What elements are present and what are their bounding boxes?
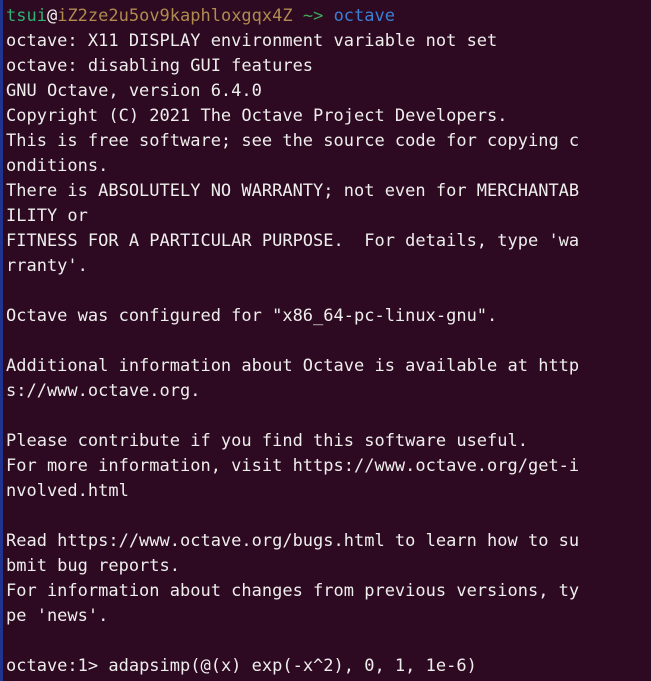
terminal-output-line: Please contribute if you find this softw… [6,431,528,451]
terminal-screen[interactable]: tsui@iZ2ze2u5ov9kaphloxgqx4Z ~> octave o… [0,0,651,681]
terminal-output-line: Copyright (C) 2021 The Octave Project De… [6,106,508,126]
terminal-output-line: FITNESS FOR A PARTICULAR PURPOSE. For de… [6,231,580,251]
terminal-output-line: There is ABSOLUTELY NO WARRANTY; not eve… [6,181,580,201]
terminal-window[interactable]: tsui@iZ2ze2u5ov9kaphloxgqx4Z ~> octave o… [0,0,651,681]
terminal-output-line: Read https://www.octave.org/bugs.html to… [6,531,580,551]
octave-command-1: adapsimp(@(x) exp(-x^2), 0, 1, 1e-6) [108,656,477,676]
terminal-output-line: Octave was configured for "x86_64-pc-lin… [6,306,498,326]
terminal-output-line: rranty'. [6,256,88,276]
terminal-output-line: For information about changes from previ… [6,581,580,601]
prompt-hostname: iZ2ze2u5ov9kaphloxgqx4Z [57,6,293,26]
octave-input-line-1: octave:1> adapsimp(@(x) exp(-x^2), 0, 1,… [6,654,651,679]
prompt-command: octave [333,6,395,26]
terminal-output-line: This is free software; see the source co… [6,131,580,151]
terminal-output-line: Additional information about Octave is a… [6,356,580,376]
terminal-output-line: onditions. [6,156,109,176]
shell-prompt-line: tsui@iZ2ze2u5ov9kaphloxgqx4Z ~> octave [6,4,651,29]
terminal-output-line: ILITY or [6,206,88,226]
terminal-output-line: For more information, visit https://www.… [6,456,580,476]
terminal-output-line: nvolved.html [6,481,129,501]
terminal-output-line: bmit bug reports. [6,556,180,576]
terminal-output-line: octave: X11 DISPLAY environment variable… [6,31,498,51]
terminal-output-line: GNU Octave, version 6.4.0 [6,81,262,101]
prompt-separator: ~> [292,6,334,26]
octave-prompt-1: octave:1> [6,656,109,676]
terminal-output-line: s://www.octave.org. [6,381,201,401]
prompt-at-symbol: @ [46,6,58,26]
terminal-output-line: pe 'news'. [6,606,109,626]
prompt-username: tsui [6,6,47,26]
terminal-output-line: octave: disabling GUI features [6,56,314,76]
terminal-output-block: octave: X11 DISPLAY environment variable… [6,29,651,654]
